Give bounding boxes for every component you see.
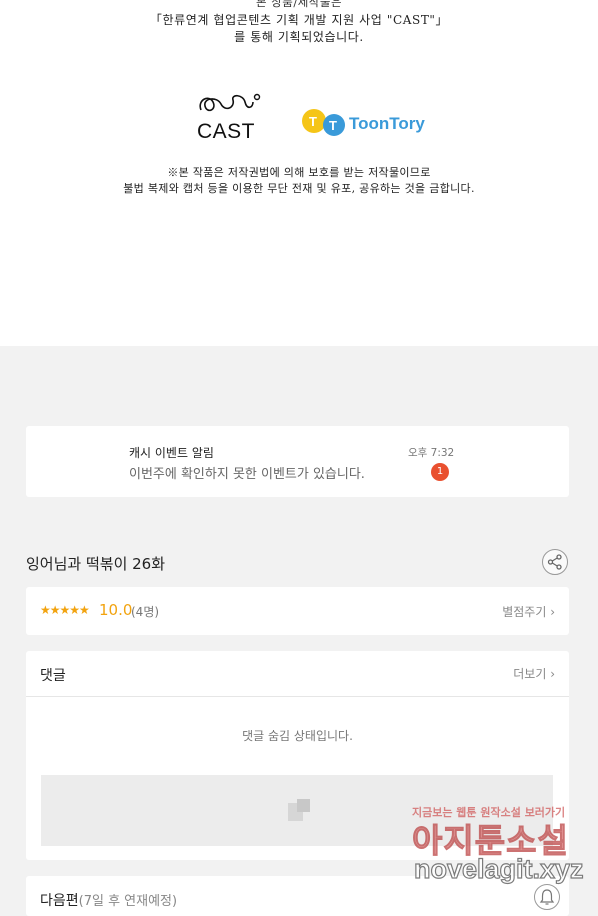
rate-button[interactable]: 별점주기 › xyxy=(502,603,555,620)
cash-event-notification[interactable]: 캐시 이벤트 알림 이번주에 확인하지 못한 이벤트가 있습니다. 오후 7:3… xyxy=(26,426,569,497)
episode-title: 잉어님과 떡볶이 26화 xyxy=(26,555,166,573)
next-episode-card[interactable]: 다음편(7일 후 연재예정) xyxy=(26,876,569,916)
cast-logo-text: CAST xyxy=(197,120,256,143)
next-episode-label-row: 다음편(7일 후 연재예정) xyxy=(40,890,177,910)
notification-message: 이번주에 확인하지 못한 이벤트가 있습니다. xyxy=(129,467,365,482)
rating-score: 10.0 xyxy=(99,601,133,619)
artwork-end-panel: 본 상품/제작물은 「한류연계 협업콘텐츠 기획 개발 지원 사업 "CAST"… xyxy=(0,0,598,346)
legal-notice-line-1: ※본 작품은 저작권법에 의해 보호를 받는 저작물이므로 xyxy=(167,166,431,179)
comments-divider xyxy=(26,696,569,697)
notification-time: 오후 7:32 xyxy=(408,447,455,459)
notification-title: 캐시 이벤트 알림 xyxy=(129,446,214,460)
rating-count: (4명) xyxy=(131,605,160,619)
rating-stars-icon: ★★★★★ xyxy=(40,603,90,617)
credit-line-1: 「한류연계 협업콘텐츠 기획 개발 지원 사업 "CAST"」 xyxy=(149,13,449,27)
comments-header: 댓글 xyxy=(40,668,66,684)
comments-card: 댓글 더보기 › 댓글 숨김 상태입니다. xyxy=(26,651,569,860)
share-button[interactable] xyxy=(542,549,568,575)
toontory-logo-text: ToonTory xyxy=(349,114,425,133)
share-icon xyxy=(547,554,562,570)
credit-cutoff-line: 본 상품/제작물은 xyxy=(255,0,343,9)
image-placeholder-icon xyxy=(288,799,310,821)
notify-button[interactable] xyxy=(534,884,560,910)
toontory-mark-icon: T T xyxy=(302,109,345,136)
credit-line-2: 를 통해 기획되었습니다. xyxy=(234,30,364,44)
next-episode-label: 다음편 xyxy=(40,893,79,909)
rating-card: ★★★★★ 10.0 (4명) 별점주기 › xyxy=(26,587,569,635)
bell-icon xyxy=(539,889,555,905)
svg-text:T: T xyxy=(309,114,317,129)
cast-logo: CAST xyxy=(195,92,265,144)
ad-placeholder[interactable] xyxy=(41,775,553,846)
next-episode-schedule: (7일 후 연재예정) xyxy=(78,894,178,909)
legal-notice-line-2: 불법 복제와 캡처 등을 이용한 무단 전재 및 유포, 공유하는 것을 금합니… xyxy=(123,182,475,195)
comments-more-button[interactable]: 더보기 › xyxy=(513,665,555,682)
comments-hidden-message: 댓글 숨김 상태입니다. xyxy=(242,729,353,743)
svg-text:T: T xyxy=(329,118,337,133)
notification-badge: 1 xyxy=(431,463,449,481)
cast-swirl-icon xyxy=(199,93,261,112)
